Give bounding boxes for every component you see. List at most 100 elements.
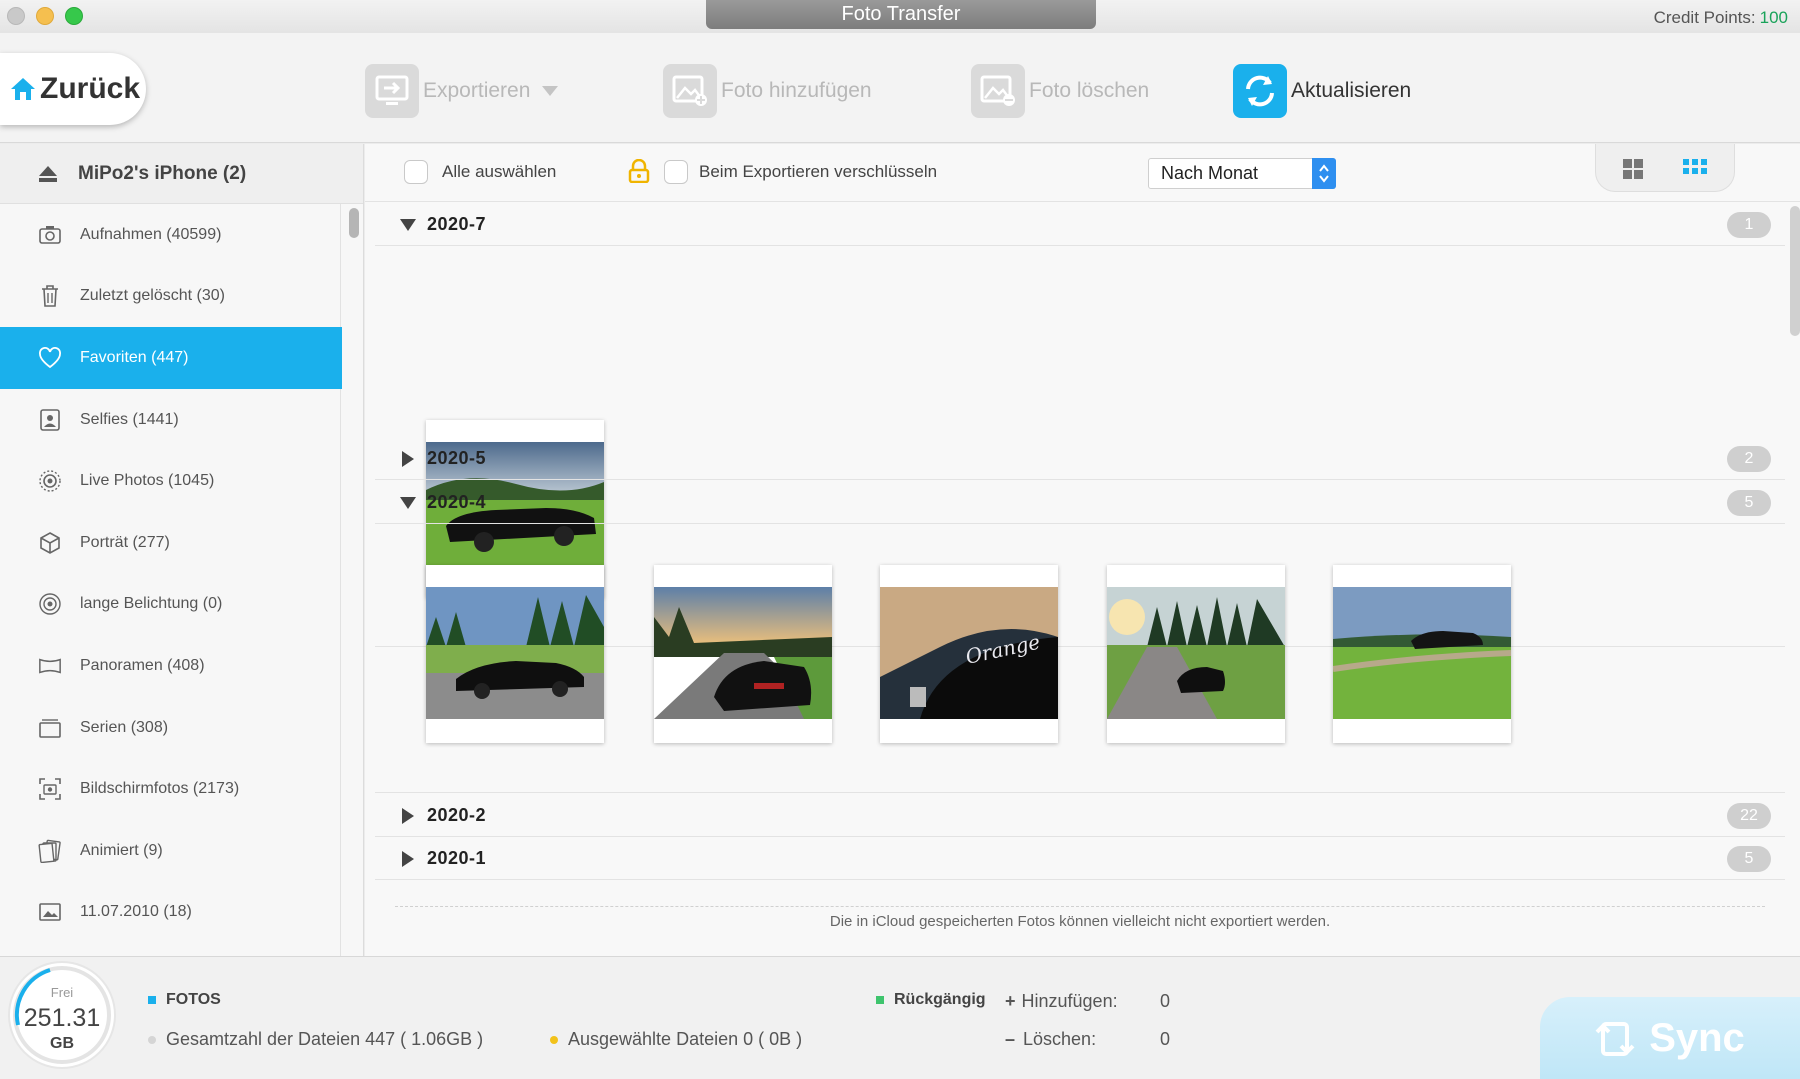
device-header[interactable]: MiPo2's iPhone (2) [0,144,363,204]
add-photo-button[interactable]: Foto hinzufügen [663,63,872,119]
expand-triangle-icon[interactable] [393,450,423,468]
icloud-note: Die in iCloud gespeicherten Fotos können… [395,906,1765,936]
sidebar-item-label: Bildschirmfotos (2173) [80,780,240,798]
delete-count-value: 0 [1160,1029,1171,1049]
sidebar-item[interactable]: Selfies (1441) [0,389,342,451]
group-header-2020-7[interactable]: 2020-7 1 [375,204,1785,246]
photo-thumbnail[interactable]: Orange [880,565,1058,743]
camera-icon [38,223,62,247]
photo-thumbnail[interactable] [426,565,604,743]
window-close-button[interactable] [7,7,25,25]
export-dropdown-arrow-icon[interactable] [542,86,559,96]
selected-files: Ausgewählte Dateien 0 ( 0B ) [550,1029,802,1050]
filter-bar: Alle auswählen Beim Exportieren verschlü… [365,144,1800,202]
export-label: Exportieren [423,79,531,102]
view-toggle [1595,144,1735,192]
group-count-badge: 2 [1727,446,1771,472]
portrait-icon [38,408,62,432]
sync-icon [1595,1021,1635,1056]
minus-icon: – [1005,1029,1016,1049]
main-scrollbar[interactable] [1790,206,1800,336]
group-header-2020-5[interactable]: 2020-5 2 [375,438,1785,480]
expand-triangle-icon[interactable] [393,850,423,868]
photo-car-meadow [1333,587,1511,719]
add-count-value: 0 [1160,991,1171,1011]
encrypt-checkbox[interactable] [664,160,688,184]
device-name: MiPo2's iPhone (2) [78,162,247,184]
refresh-label: Aktualisieren [1291,79,1412,102]
burst-icon [38,716,62,740]
sync-label: Sync [1649,1016,1745,1060]
status-bar: Frei 251.31 GB FOTOS Gesamtzahl der Date… [0,956,1800,1079]
eject-icon[interactable] [38,165,58,183]
photo-car-road-sunset [654,587,832,719]
photo-thumbnail[interactable] [1107,565,1285,743]
collapse-triangle-icon[interactable] [393,218,423,232]
sidebar-item[interactable]: Zuletzt gelöscht (30) [0,266,342,328]
section-label: FOTOS [148,991,221,1009]
sidebar-item[interactable]: Favoriten (447) [0,327,342,389]
photo-car-forest-road [1107,587,1285,719]
sidebar: MiPo2's iPhone (2) Aufnahmen (40599) Zule… [0,144,364,956]
sidebar-item[interactable]: Serien (308) [0,697,342,759]
encrypt-label: Beim Exportieren verschlüsseln [699,162,938,181]
group-count-badge: 22 [1727,803,1771,829]
undo-dot-icon [876,995,884,1004]
window-title: Foto Transfer [706,0,1096,29]
section-dot-icon [148,995,156,1004]
sidebar-item[interactable]: Panoramen (408) [0,635,342,697]
photo-thumbnail[interactable] [654,565,832,743]
sidebar-item[interactable]: Aufnahmen (40599) [0,204,342,266]
delete-count: – Löschen: [1005,1029,1096,1050]
sync-button[interactable]: Sync [1540,997,1800,1079]
add-count-label: Hinzufügen: [1021,991,1118,1011]
sidebar-item[interactable]: Live Photos (1045) [0,450,342,512]
photo-car-forest [426,587,604,719]
sidebar-scrollbar[interactable] [349,208,359,238]
back-label: Zurück [40,72,141,105]
collapse-triangle-icon[interactable] [393,496,423,510]
sidebar-item[interactable]: 11.07.2010 (18) [0,882,342,944]
group-header-2020-2[interactable]: 2020-2 22 [375,795,1785,837]
sidebar-item-label: 11.07.2010 (18) [80,903,192,921]
sidebar-item[interactable]: Bildschirmfotos (2173) [0,758,342,820]
toolbar: Zurück Exportieren Foto hinzufügen Foto … [0,33,1800,143]
gauge-value: 251.31 [23,1004,101,1032]
export-button[interactable]: Exportieren [365,63,559,119]
refresh-icon [1233,64,1287,118]
back-button[interactable]: Zurück [0,53,146,125]
live-photo-icon [38,469,62,493]
photo-thumbnail[interactable] [1333,565,1511,743]
sidebar-item[interactable]: Animiert (9) [0,820,342,882]
group-header-2020-1[interactable]: 2020-1 5 [375,838,1785,880]
trash-icon [38,284,62,308]
group-count-badge: 5 [1727,490,1771,516]
select-all-checkbox[interactable] [404,160,428,184]
sidebar-item[interactable]: lange Belichtung (0) [0,574,342,636]
group-count-badge: 5 [1727,846,1771,872]
sidebar-item-label: Aufnahmen (40599) [80,225,222,243]
sort-select[interactable]: Nach Monat [1148,158,1336,189]
small-grid-view-icon[interactable] [1683,158,1707,176]
refresh-button[interactable]: Aktualisieren [1233,63,1411,119]
delete-count-label: Löschen: [1023,1029,1097,1049]
sidebar-item-label: Favoriten (447) [80,348,189,366]
window-zoom-button[interactable] [65,7,83,25]
delete-photo-icon [971,64,1025,118]
add-photo-label: Foto hinzufügen [721,79,872,102]
delete-photo-button[interactable]: Foto löschen [971,63,1149,119]
export-icon [365,64,419,118]
window-minimize-button[interactable] [36,7,54,25]
sidebar-item[interactable]: Porträt (277) [0,512,342,574]
sort-select-value: Nach Monat [1161,163,1259,183]
plus-icon: + [1005,991,1016,1011]
large-grid-view-icon[interactable] [1622,158,1644,180]
lock-icon [628,159,650,183]
expand-triangle-icon[interactable] [393,807,423,825]
group-header-2020-4[interactable]: 2020-4 5 [375,482,1785,524]
screenshot-icon [38,777,62,801]
select-all-label: Alle auswählen [442,162,557,181]
home-icon [11,78,35,100]
undo-button[interactable]: Rückgängig [876,991,986,1009]
group-name: 2020-4 [427,492,487,512]
